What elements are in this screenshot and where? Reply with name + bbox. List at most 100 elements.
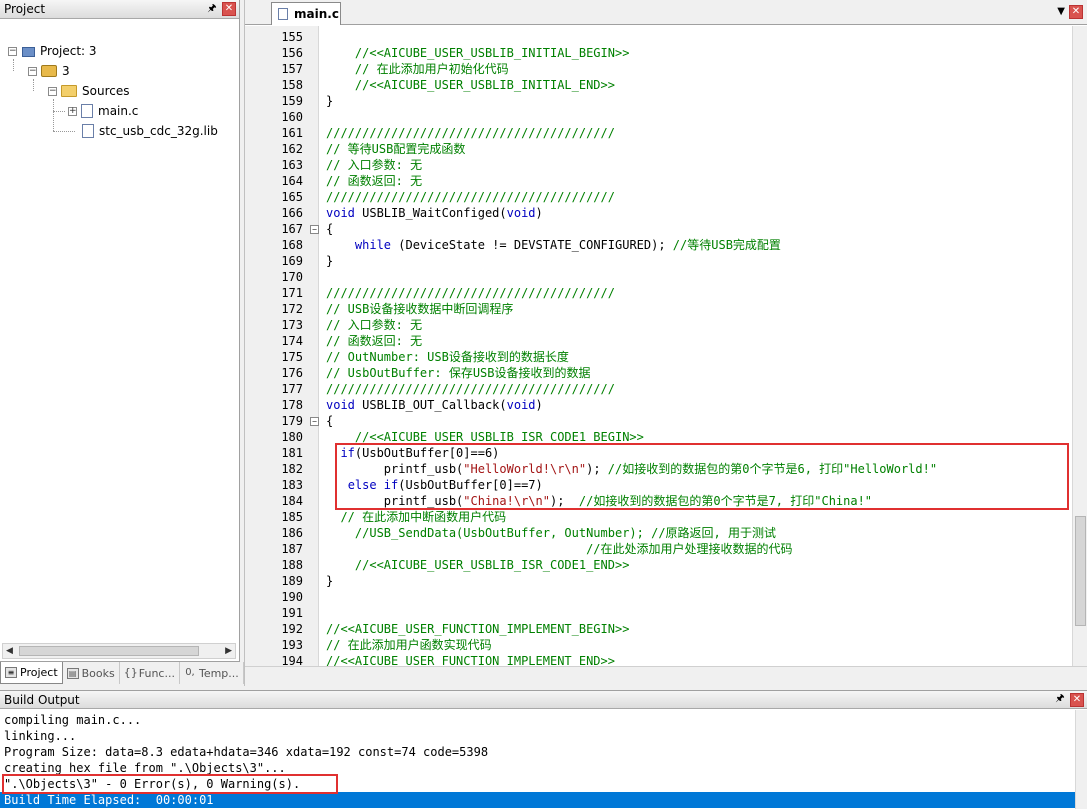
code-text: //////////////////////////////////////// xyxy=(326,125,615,141)
code-line[interactable]: 156 //<<AICUBE_USER_USBLIB_INITIAL_BEGIN… xyxy=(245,45,1072,61)
tab-functions[interactable]: {} Func... xyxy=(120,662,180,684)
line-number: 165 xyxy=(281,190,303,204)
editor-tabbar: main.c ▼ ✕ xyxy=(245,0,1087,25)
fold-collapse-icon[interactable]: − xyxy=(310,225,319,234)
code-line[interactable]: 170 xyxy=(245,269,1072,285)
code-token: //<<AICUBE_USER_FUNCTION_IMPLEMENT_BEGIN… xyxy=(326,622,630,636)
code-line[interactable]: 165 /////////////////////////////////////… xyxy=(245,189,1072,205)
code-line[interactable]: 192 //<<AICUBE_USER_FUNCTION_IMPLEMENT_BE… xyxy=(245,621,1072,637)
code-line[interactable]: 155 xyxy=(245,29,1072,45)
line-number: 186 xyxy=(281,526,303,540)
code-text: // 在此添加中断函数用户代码 xyxy=(326,509,506,525)
code-token: //<<AICUBE_USER_USBLIB_INITIAL_BEGIN>> xyxy=(326,46,630,60)
line-number: 157 xyxy=(281,62,303,76)
tab-project[interactable]: ≡ Project xyxy=(0,662,63,684)
code-line[interactable]: 159} xyxy=(245,93,1072,109)
code-line[interactable]: 162 // 等待USB配置完成函数 xyxy=(245,141,1072,157)
tab-templates[interactable]: 0, Temp... xyxy=(180,662,244,684)
tab-label: Books xyxy=(81,666,115,680)
scroll-left-icon[interactable]: ◀ xyxy=(6,646,13,656)
code-line[interactable]: 176 // UsbOutBuffer: 保存USB设备接收到的数据 xyxy=(245,365,1072,381)
code-text: //////////////////////////////////////// xyxy=(326,189,615,205)
pin-icon[interactable]: 🖈 xyxy=(1053,693,1067,707)
tree-item-sources-label: Sources xyxy=(82,84,130,98)
build-output-line-selected[interactable]: Build Time Elapsed: 00:00:01 xyxy=(0,792,1075,808)
code-line[interactable]: 173 // 入口参数: 无 xyxy=(245,317,1072,333)
code-line[interactable]: 191 xyxy=(245,605,1072,621)
tab-books[interactable]: ▤ Books xyxy=(63,662,120,684)
code-line[interactable]: 158 //<<AICUBE_USER_USBLIB_INITIAL_END>> xyxy=(245,77,1072,93)
line-number: 183 xyxy=(281,478,303,492)
tab-main-c[interactable]: main.c xyxy=(271,2,341,25)
code-line[interactable]: 193 // 在此添加用户函数实现代码 xyxy=(245,637,1072,653)
tab-label: Temp... xyxy=(198,666,239,680)
code-line[interactable]: 167−{ xyxy=(245,221,1072,237)
code-line[interactable]: 161 /////////////////////////////////////… xyxy=(245,125,1072,141)
code-line[interactable]: 178 void USBLIB_OUT_Callback(void) xyxy=(245,397,1072,413)
code-line[interactable]: 163 // 入口参数: 无 xyxy=(245,157,1072,173)
scrollbar-thumb[interactable] xyxy=(1075,516,1086,626)
line-number: 167 xyxy=(281,222,303,236)
collapse-icon[interactable]: − xyxy=(8,46,17,56)
code-line[interactable]: 169} xyxy=(245,253,1072,269)
code-token: ) xyxy=(535,206,543,220)
close-icon[interactable]: ✕ xyxy=(1069,5,1083,19)
code-area[interactable]: 155 156 //<<AICUBE_USER_USBLIB_INITIAL_BE… xyxy=(245,26,1072,666)
code-line[interactable]: 189} xyxy=(245,573,1072,589)
tree-item-project-label: Project: 3 xyxy=(40,44,97,58)
keil-uvision-window: Project 🖈 ✕ − Project: 3 − 3 − Sources +… xyxy=(0,0,1087,809)
code-line[interactable]: 179−{ xyxy=(245,413,1072,429)
tree-item-lib[interactable]: stc_usb_cdc_32g.lib xyxy=(82,122,218,140)
line-number: 169 xyxy=(281,254,303,268)
scroll-right-icon[interactable]: ▶ xyxy=(225,646,232,656)
code-text: //<<AICUBE_USER_USBLIB_INITIAL_END>> xyxy=(326,77,615,93)
editor-horizontal-scrollbar[interactable] xyxy=(245,666,1087,686)
code-line[interactable]: 190 xyxy=(245,589,1072,605)
code-line[interactable]: 160 xyxy=(245,109,1072,125)
code-line[interactable]: 166 void USBLIB_WaitConfiged(void) xyxy=(245,205,1072,221)
code-line[interactable]: 175 // OutNumber: USB设备接收到的数据长度 xyxy=(245,349,1072,365)
expand-icon[interactable]: + xyxy=(68,106,77,116)
collapse-icon[interactable]: − xyxy=(28,66,37,76)
code-line[interactable]: 186 //USB_SendData(UsbOutBuffer, OutNumb… xyxy=(245,525,1072,541)
code-text: //////////////////////////////////////// xyxy=(326,381,615,397)
code-token: USBLIB_OUT_Callback( xyxy=(354,398,507,412)
code-text: //<<AICUBE_USER_FUNCTION_IMPLEMENT_BEGIN… xyxy=(326,621,629,637)
code-line[interactable]: 174 // 函数返回: 无 xyxy=(245,333,1072,349)
code-text: //在此处添加用户处理接收数据的代码 xyxy=(326,541,792,557)
code-line[interactable]: 188 //<<AICUBE_USER_USBLIB_ISR_CODE1_END… xyxy=(245,557,1072,573)
folder-icon xyxy=(61,85,77,97)
close-icon[interactable]: ✕ xyxy=(222,2,236,16)
build-output-scrollbar[interactable] xyxy=(1075,710,1087,809)
pin-icon[interactable]: 🖈 xyxy=(205,2,219,16)
tree-item-main-c[interactable]: + main.c xyxy=(68,102,138,120)
code-line[interactable]: 171 /////////////////////////////////////… xyxy=(245,285,1072,301)
code-line[interactable]: 157 // 在此添加用户初始化代码 xyxy=(245,61,1072,77)
project-icon: ≡ xyxy=(5,667,17,678)
books-icon: ▤ xyxy=(66,667,79,679)
line-number: 162 xyxy=(281,142,303,156)
code-line[interactable]: 177 /////////////////////////////////////… xyxy=(245,381,1072,397)
code-line[interactable]: 194 //<<AICUBE_USER_FUNCTION_IMPLEMENT_EN… xyxy=(245,653,1072,666)
code-line[interactable]: 187 //在此处添加用户处理接收数据的代码 xyxy=(245,541,1072,557)
code-line[interactable]: 185 // 在此添加中断函数用户代码 xyxy=(245,509,1072,525)
close-icon[interactable]: ✕ xyxy=(1070,692,1084,707)
line-number: 185 xyxy=(281,510,303,524)
tree-item-project[interactable]: − Project: 3 xyxy=(8,42,97,60)
project-horizontal-scrollbar[interactable]: ◀ ▶ xyxy=(2,643,236,659)
code-line[interactable]: 172 // USB设备接收数据中断回调程序 xyxy=(245,301,1072,317)
fold-collapse-icon[interactable]: − xyxy=(310,417,319,426)
code-line[interactable]: 168 while (DeviceState != DEVSTATE_CONFI… xyxy=(245,237,1072,253)
code-token: //////////////////////////////////////// xyxy=(326,382,615,396)
editor-vertical-scrollbar[interactable] xyxy=(1072,26,1087,666)
code-line[interactable]: 164 // 函数返回: 无 xyxy=(245,173,1072,189)
tree-item-target[interactable]: − 3 xyxy=(28,62,70,80)
chevron-down-icon[interactable]: ▼ xyxy=(1057,6,1065,17)
collapse-icon[interactable]: − xyxy=(48,86,57,96)
tab-label: main.c xyxy=(294,7,339,21)
code-token: { xyxy=(326,414,334,428)
tree-item-sources[interactable]: − Sources xyxy=(48,82,129,100)
scrollbar-thumb[interactable] xyxy=(19,646,199,656)
code-text: //////////////////////////////////////// xyxy=(326,285,615,301)
